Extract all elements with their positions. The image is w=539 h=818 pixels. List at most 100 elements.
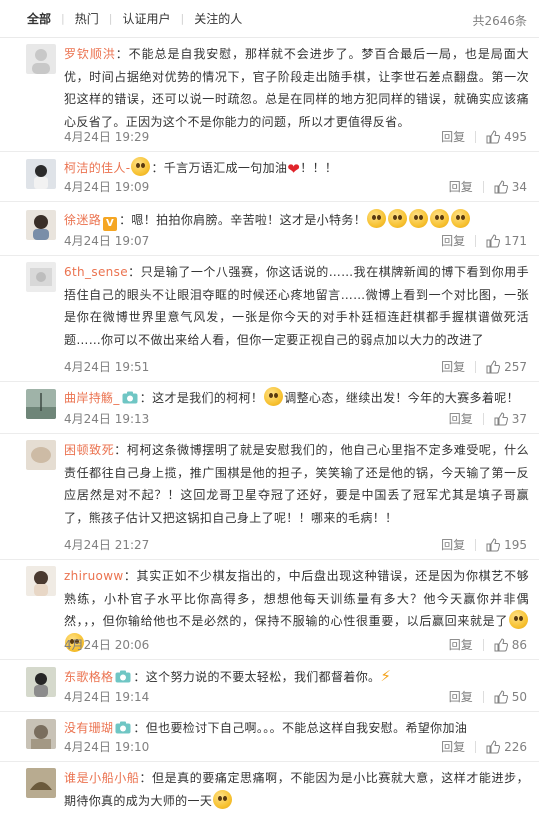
- comment-text: ：千言万语汇成一句加油: [151, 161, 288, 175]
- comment-username[interactable]: 罗钦顺洪: [64, 47, 116, 61]
- comment-timestamp: 4月24日 19:13: [64, 412, 150, 426]
- thumbs-up-icon: [486, 359, 501, 373]
- like-button[interactable]: 34: [494, 180, 527, 194]
- reply-button[interactable]: 回复: [449, 688, 473, 705]
- like-button[interactable]: 257: [486, 360, 527, 374]
- emoji-icon: [409, 209, 429, 228]
- comment-username[interactable]: 东歌格格: [64, 670, 113, 684]
- avatar[interactable]: [26, 210, 56, 240]
- comment-actions: 回复 495: [441, 128, 527, 145]
- comment-item: 曲岸持觞_ ：这才是我们的柯柯！ 调整心态，继续出发！今年的大赛多着呢！ 4月24日…: [0, 382, 539, 434]
- thumbs-up-icon: [494, 689, 508, 703]
- tab-verified-users[interactable]: 认证用户: [122, 10, 170, 27]
- camera-icon: [115, 721, 131, 734]
- avatar[interactable]: [26, 389, 56, 419]
- reply-button[interactable]: 回复: [441, 128, 465, 145]
- comment-actions: 回复 195: [441, 536, 527, 553]
- avatar[interactable]: [26, 566, 56, 596]
- emoji-icon: [509, 610, 528, 630]
- like-count: 226: [504, 739, 527, 754]
- like-count: 195: [504, 537, 527, 552]
- like-button[interactable]: 195: [486, 538, 527, 552]
- emoji-icon: [367, 209, 387, 228]
- reply-button[interactable]: 回复: [441, 738, 465, 755]
- thumbs-up-icon: [486, 739, 501, 753]
- like-button[interactable]: 86: [494, 638, 527, 652]
- like-button[interactable]: 50: [494, 690, 527, 704]
- tab-following[interactable]: 关注的人: [194, 10, 242, 27]
- like-button[interactable]: 171: [486, 234, 527, 248]
- avatar[interactable]: [26, 667, 56, 697]
- reply-button[interactable]: 回复: [449, 410, 473, 427]
- reply-button[interactable]: 回复: [441, 232, 465, 249]
- tab-separator: |: [108, 12, 113, 25]
- comment-text: ：其实正如不少棋友指出的，中后盘出现这种错误，还是因为你棋艺不够熟练，小朴官子水…: [64, 569, 529, 629]
- comment-actions: 回复 226: [441, 738, 527, 755]
- like-button[interactable]: 495: [486, 130, 527, 144]
- action-divider: [475, 538, 477, 551]
- comment-username[interactable]: 谁是小船小船: [64, 771, 139, 785]
- comment-actions: 回复 86: [449, 636, 527, 653]
- comment-username[interactable]: 没有珊瑚: [64, 721, 113, 735]
- comment-actions: 回复 50: [449, 688, 527, 705]
- thumbs-up-icon: [494, 411, 508, 425]
- action-divider: [482, 638, 484, 651]
- comment-item: 罗钦顺洪：不能总是自我安慰，那样就不会进步了。梦百合最后一局，也是局面大优，时间…: [0, 38, 539, 152]
- comment-username[interactable]: 6th_sense: [64, 265, 128, 279]
- avatar[interactable]: [26, 44, 56, 74]
- emoji-icon: [213, 789, 233, 809]
- reply-button[interactable]: 回复: [449, 636, 473, 653]
- thumbs-up-icon: [494, 637, 508, 651]
- comment-username[interactable]: 徐迷路: [64, 213, 101, 227]
- comment-item: 困顿致死：柯柯这条微博摆明了就是安慰我们的，他自己心里指不定多难受呢，什么责任都…: [0, 434, 539, 560]
- like-button[interactable]: 226: [486, 740, 527, 754]
- reply-button[interactable]: 回复: [449, 178, 473, 195]
- action-divider: [482, 690, 484, 703]
- camera-icon: [115, 670, 131, 683]
- tab-hot[interactable]: 热门: [75, 10, 99, 27]
- like-count: 171: [504, 233, 527, 248]
- comment-username[interactable]: 困顿致死: [64, 443, 114, 457]
- emoji-icon: [430, 209, 450, 228]
- emoji-icon: [451, 209, 471, 228]
- emoji-icon: [264, 387, 284, 406]
- comment-username[interactable]: zhiruoww: [64, 569, 124, 583]
- comment-item: zhiruoww：其实正如不少棋友指出的，中后盘出现这种错误，还是因为你棋艺不够…: [0, 560, 539, 660]
- comment-actions: 回复 257: [441, 358, 527, 375]
- comment-item: 没有珊瑚 ：但也要检讨下自己啊。。。不能总这样自我安慰。希望你加油 4月24日 1…: [0, 712, 539, 762]
- comment-text: ：但也要检讨下自己啊。。。不能总这样自我安慰。希望你加油: [133, 721, 468, 735]
- avatar[interactable]: [26, 440, 56, 470]
- action-divider: [475, 740, 477, 753]
- comment-item: 柯洁的佳人- ：千言万语汇成一句加油❤！！！ 4月24日 19:09 回复 34: [0, 152, 539, 202]
- verified-v-icon: V: [103, 217, 118, 231]
- comment-username[interactable]: 柯洁的佳人-: [64, 161, 130, 175]
- like-count: 257: [504, 359, 527, 374]
- comment-timestamp: 4月24日 20:06: [64, 638, 150, 652]
- like-button[interactable]: 37: [494, 412, 527, 426]
- comment-timestamp: 4月24日 19:29: [64, 130, 150, 144]
- like-count: 86: [511, 637, 527, 652]
- comment-timestamp: 4月24日 19:07: [64, 234, 150, 248]
- reply-button[interactable]: 回复: [441, 358, 465, 375]
- action-divider: [475, 234, 477, 247]
- tab-all[interactable]: 全部: [27, 10, 51, 27]
- action-divider: [475, 130, 477, 143]
- lightning-icon: ⚡: [380, 667, 392, 685]
- heart-icon: ❤: [287, 160, 301, 178]
- comment-username[interactable]: 曲岸持觞_: [64, 391, 120, 405]
- thumbs-up-icon: [486, 233, 501, 247]
- comment-actions: 回复 171: [441, 232, 527, 249]
- avatar[interactable]: [26, 719, 56, 749]
- avatar[interactable]: [26, 159, 56, 189]
- reply-button[interactable]: 回复: [441, 536, 465, 553]
- comment-text: ：不能总是自我安慰，那样就不会进步了。梦百合最后一局，也是局面大优，时间占据绝对…: [64, 47, 529, 129]
- comment-timestamp: 4月24日 19:10: [64, 740, 150, 754]
- tab-separator: |: [180, 12, 185, 25]
- avatar[interactable]: [26, 262, 56, 292]
- avatar[interactable]: [26, 768, 56, 798]
- like-count: 495: [504, 129, 527, 144]
- tab-separator: |: [61, 12, 65, 25]
- thumbs-up-icon: [494, 179, 508, 193]
- total-comment-count: 共2646条: [472, 14, 527, 28]
- comment-item: 东歌格格 ：这个努力说的不要太轻松，我们都督着你。⚡ 4月24日 19:14 回复…: [0, 660, 539, 712]
